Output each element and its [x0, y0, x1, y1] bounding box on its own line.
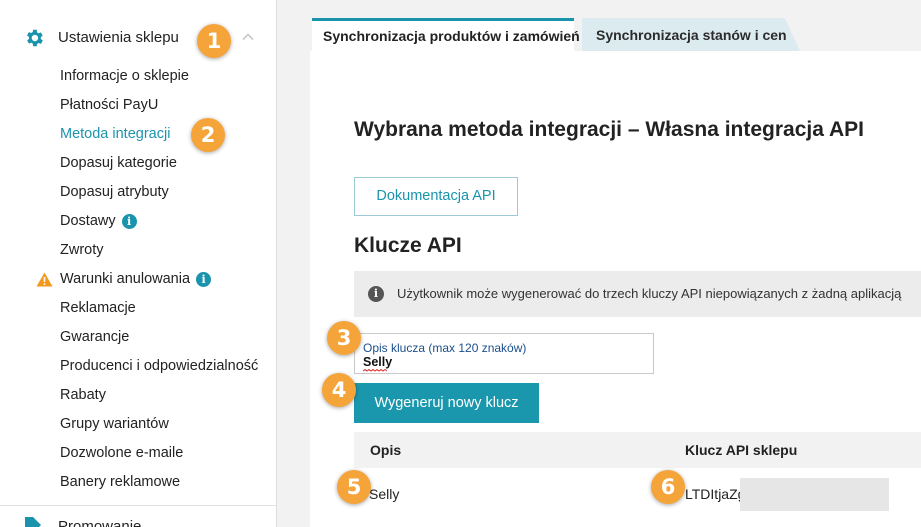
warning-icon — [36, 272, 53, 287]
sidebar-item-label: Warunki anulowania — [60, 271, 191, 287]
step-badge-2: 2 — [191, 118, 225, 152]
tab-synchronizacja-stanow[interactable]: Synchronizacja stanów i cen — [582, 18, 800, 51]
sidebar-section-title: Ustawienia sklepu — [58, 29, 179, 46]
step-badge-5: 5 — [337, 470, 371, 504]
spellcheck-underline — [363, 369, 387, 372]
column-header-opis: Opis — [370, 442, 402, 458]
sidebar-item-rabaty[interactable]: Rabaty — [0, 381, 277, 410]
sidebar-item-dostawy[interactable]: Dostawy i — [0, 207, 277, 236]
redacted-key-block — [740, 478, 889, 511]
gear-icon — [23, 27, 45, 49]
sidebar-item-gwarancje[interactable]: Gwarancje — [0, 323, 277, 352]
info-icon[interactable]: i — [121, 213, 137, 229]
info-banner-text: Użytkownik może wygenerować do trzech kl… — [397, 286, 902, 301]
tab-bar: Synchronizacja produktów i zamówień Sync… — [310, 18, 921, 51]
sidebar-item-label: Grupy wariantów — [60, 416, 169, 432]
step-badge-1: 1 — [197, 24, 231, 58]
sidebar-item-metoda-integracji[interactable]: Metoda integracji — [0, 120, 277, 149]
sidebar-item-label: Metoda integracji — [60, 126, 171, 142]
sidebar-divider — [0, 505, 277, 506]
row-opis: Selly — [369, 486, 400, 502]
sidebar-item-zwroty[interactable]: Zwroty — [0, 236, 277, 265]
keys-table-header: Opis Klucz API sklepu — [354, 432, 921, 468]
sidebar-item-label: Informacje o sklepie — [60, 68, 189, 84]
key-description-input[interactable] — [363, 355, 633, 369]
info-banner: i Użytkownik może wygenerować do trzech … — [354, 271, 921, 317]
table-row: Selly LTDItjaZg — [354, 468, 921, 518]
sidebar-item-banery[interactable]: Banery reklamowe — [0, 468, 277, 497]
sidebar-section-header[interactable]: Ustawienia sklepu — [0, 18, 277, 56]
info-icon: i — [368, 286, 384, 302]
sidebar-item-label: Płatności PayU — [60, 97, 159, 113]
step-badge-3: 3 — [327, 321, 361, 355]
sidebar-item-label: Dostawy — [60, 213, 116, 229]
step-badge-6: 6 — [651, 470, 685, 504]
sidebar-item-label: Gwarancje — [60, 329, 130, 345]
sidebar-item-dozwolone-emaile[interactable]: Dozwolone e-maile — [0, 439, 277, 468]
sidebar-item-label: Dopasuj atrybuty — [60, 184, 169, 200]
sidebar-item-label: Dopasuj kategorie — [60, 155, 177, 171]
sidebar-item-label: Rabaty — [60, 387, 106, 403]
key-description-field[interactable]: Opis klucza (max 120 znaków) — [354, 333, 654, 374]
sidebar-item-label: Producenci i odpowiedzialność — [60, 358, 259, 374]
tab-synchronizacja-produktow[interactable]: Synchronizacja produktów i zamówień — [312, 18, 580, 51]
api-docs-button[interactable]: Dokumentacja API — [354, 177, 518, 216]
info-icon[interactable]: i — [196, 271, 212, 287]
column-header-klucz: Klucz API sklepu — [685, 442, 798, 458]
tag-icon — [22, 515, 44, 527]
sidebar-item-platnosci[interactable]: Płatności PayU — [0, 91, 277, 120]
sidebar: Ustawienia sklepu Informacje o sklepie P… — [0, 0, 277, 527]
page-title: Wybrana metoda integracji – Własna integ… — [354, 118, 864, 141]
sidebar-item-promowanie[interactable]: Promowanie — [58, 518, 141, 527]
sidebar-item-atrybuty[interactable]: Dopasuj atrybuty — [0, 178, 277, 207]
sidebar-item-label: Banery reklamowe — [60, 474, 181, 490]
sidebar-item-reklamacje[interactable]: Reklamacje — [0, 294, 277, 323]
sidebar-item-label: Reklamacje — [60, 300, 136, 316]
generate-key-button[interactable]: Wygeneruj nowy klucz — [354, 383, 539, 423]
api-keys-heading: Klucze API — [354, 234, 462, 257]
sidebar-item-grupy-wariantow[interactable]: Grupy wariantów — [0, 410, 277, 439]
sidebar-item-label: Dozwolone e-maile — [60, 445, 184, 461]
step-badge-4: 4 — [322, 373, 356, 407]
sidebar-item-producenci[interactable]: Producenci i odpowiedzialność — [0, 352, 277, 381]
sidebar-item-informacje[interactable]: Informacje o sklepie — [0, 62, 277, 91]
sidebar-item-kategorie[interactable]: Dopasuj kategorie — [0, 149, 277, 178]
sidebar-item-label: Zwroty — [60, 242, 104, 258]
row-klucz[interactable]: LTDItjaZg — [685, 486, 745, 502]
chevron-up-icon[interactable] — [241, 30, 255, 44]
key-description-label: Opis klucza (max 120 znaków) — [363, 341, 527, 355]
sidebar-item-warunki-anulowania[interactable]: Warunki anulowania i — [0, 265, 277, 294]
